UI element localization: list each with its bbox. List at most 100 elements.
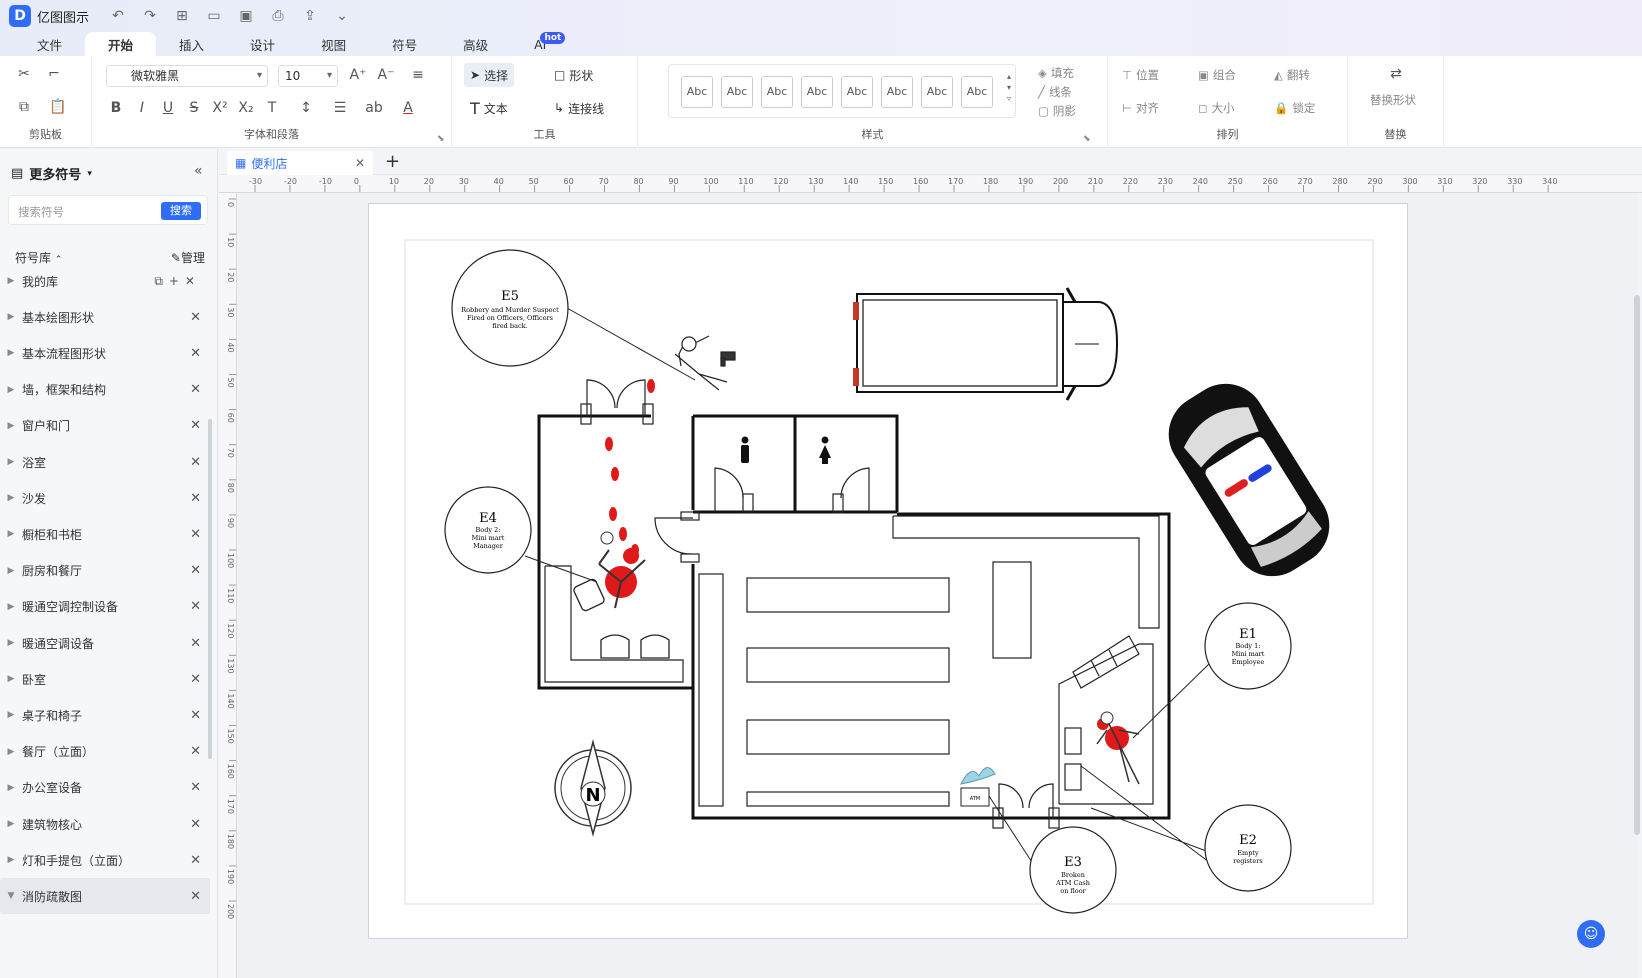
close-library-icon[interactable]: ✕ xyxy=(190,418,201,433)
export-icon[interactable]: ⇪ xyxy=(301,8,319,24)
select-tool[interactable]: ➤ 选择 xyxy=(464,63,515,87)
close-library-icon[interactable]: ✕ xyxy=(190,672,201,687)
sidebar-scrollbar[interactable] xyxy=(208,419,212,759)
subscript-icon[interactable]: X₂ xyxy=(236,98,256,118)
strikethrough-icon[interactable]: S xyxy=(184,98,204,118)
new-icon[interactable]: ⊞ xyxy=(173,8,191,24)
library-item[interactable]: ▶ 餐厅（立面） ✕ xyxy=(0,734,210,770)
position-button[interactable]: ⊤ 位置 xyxy=(1122,67,1159,83)
highlight-icon[interactable]: ab xyxy=(364,98,384,118)
flip-button[interactable]: ◭ 翻转 xyxy=(1274,67,1310,83)
group-button[interactable]: ▣ 组合 xyxy=(1198,67,1236,83)
size-button[interactable]: ◻ 大小 xyxy=(1198,100,1235,116)
library-item[interactable]: ▶ 沙发 ✕ xyxy=(0,480,210,516)
library-item[interactable]: ▶ 暖通空调设备 ✕ xyxy=(0,625,210,661)
expand-right-icon[interactable]: ▶ xyxy=(0,493,22,503)
search-button[interactable]: 搜索 xyxy=(161,202,201,220)
align-button[interactable]: ⊢ 对齐 xyxy=(1122,100,1159,116)
close-library-icon[interactable]: ✕ xyxy=(190,455,201,470)
library-item[interactable]: ▶ 基本绘图形状 ✕ xyxy=(0,299,210,335)
style-sample[interactable]: Abc xyxy=(881,76,913,108)
style-sample[interactable]: Abc xyxy=(761,76,793,108)
print-icon[interactable]: ⎙ xyxy=(269,8,287,24)
canvas-scrollbar[interactable] xyxy=(1634,295,1640,835)
paragraph-align-icon[interactable]: ≡ xyxy=(408,65,428,85)
library-item[interactable]: ▶ 窗户和门 ✕ xyxy=(0,408,210,444)
close-library-icon[interactable]: ✕ xyxy=(190,744,201,759)
line-spacing-icon[interactable]: ↕ xyxy=(296,98,316,118)
replace-shape-button[interactable]: 替换形状 xyxy=(1370,92,1416,108)
expand-right-icon[interactable]: ▶ xyxy=(0,783,22,793)
superscript-icon[interactable]: X² xyxy=(210,98,230,118)
close-tab-icon[interactable]: ✕ xyxy=(355,156,365,170)
copy-icon[interactable]: ⧉ xyxy=(14,97,34,117)
close-library-icon[interactable]: ✕ xyxy=(190,889,201,904)
underline-icon[interactable]: U xyxy=(158,98,178,118)
bold-icon[interactable]: B xyxy=(106,98,126,118)
font-family-select[interactable]: 微软雅黑 xyxy=(106,65,268,87)
menu-file[interactable]: 文件 xyxy=(14,32,85,56)
close-library-icon[interactable]: ✕ xyxy=(190,636,201,651)
style-sample[interactable]: Abc xyxy=(721,76,753,108)
evidence-e2[interactable]: E2 Empty registers xyxy=(1204,804,1292,892)
evidence-e4[interactable]: E4 Body 2: Mini mart Manager xyxy=(444,486,532,574)
menu-ai[interactable]: AI hot xyxy=(511,32,569,56)
menu-insert[interactable]: 插入 xyxy=(156,32,227,56)
library-item[interactable]: ▶ 橱柜和书柜 ✕ xyxy=(0,516,210,552)
save-icon[interactable]: ▣ xyxy=(237,8,255,24)
style-dialog-launcher-icon[interactable]: ⬊ xyxy=(1083,134,1091,144)
library-item[interactable]: ▼ 消防疏散图 ✕ xyxy=(0,878,210,915)
evidence-e1[interactable]: E1 Body 1: Mini mart Employee xyxy=(1204,602,1292,690)
undo-icon[interactable]: ↶ xyxy=(109,8,127,24)
library-item[interactable]: ▶ 基本流程图形状 ✕ xyxy=(0,335,210,371)
open-icon[interactable]: ▭ xyxy=(205,8,223,24)
library-item[interactable]: ▶ 办公室设备 ✕ xyxy=(0,770,210,806)
close-library-icon[interactable]: ✕ xyxy=(190,708,201,723)
expand-right-icon[interactable]: ▶ xyxy=(0,385,22,395)
drawing-canvas[interactable]: ATM N E5 Robbery and Murder Suspect Fire… xyxy=(237,193,1637,978)
expand-right-icon[interactable]: ▶ xyxy=(0,421,22,431)
my-library-actions-icon[interactable]: ⧉+✕ xyxy=(154,274,201,289)
close-library-icon[interactable]: ✕ xyxy=(190,310,201,325)
library-item[interactable]: ▶ 灯和手提包（立面） ✕ xyxy=(0,842,210,878)
library-item[interactable]: ▶ 厨房和餐厅 ✕ xyxy=(0,553,210,589)
drawing-page[interactable]: ATM N E5 Robbery and Murder Suspect Fire… xyxy=(368,203,1408,939)
font-grow-icon[interactable]: A⁺ xyxy=(348,65,368,85)
close-library-icon[interactable]: ✕ xyxy=(190,780,201,795)
menu-view[interactable]: 视图 xyxy=(298,32,369,56)
cut-icon[interactable]: ✂ xyxy=(14,64,34,84)
library-item[interactable]: ▶ 我的库 ⧉+✕ xyxy=(0,263,210,299)
expand-right-icon[interactable]: ▶ xyxy=(0,276,22,286)
expand-right-icon[interactable]: ▶ xyxy=(0,529,22,539)
assistant-bot-icon[interactable]: ☺ xyxy=(1577,920,1605,948)
expand-right-icon[interactable]: ▶ xyxy=(0,638,22,648)
expand-right-icon[interactable]: ▶ xyxy=(0,710,22,720)
shadow-button[interactable]: ▢ 阴影 xyxy=(1038,103,1076,119)
expand-right-icon[interactable]: ▶ xyxy=(0,674,22,684)
evidence-e5[interactable]: E5 Robbery and Murder Suspect Fired on O… xyxy=(451,249,569,367)
close-library-icon[interactable]: ✕ xyxy=(190,817,201,832)
library-item[interactable]: ▶ 桌子和椅子 ✕ xyxy=(0,697,210,733)
font-size-select[interactable]: 10 xyxy=(278,65,338,87)
font-shrink-icon[interactable]: A⁻ xyxy=(376,65,396,85)
add-tab-icon[interactable]: + xyxy=(385,151,400,172)
search-input[interactable]: 搜索符号 xyxy=(18,204,64,220)
close-library-icon[interactable]: ✕ xyxy=(190,853,201,868)
evidence-e3[interactable]: E3 Broken ATM Cash on floor xyxy=(1029,826,1117,914)
close-library-icon[interactable]: ✕ xyxy=(190,491,201,506)
close-library-icon[interactable]: ✕ xyxy=(190,346,201,361)
library-item[interactable]: ▶ 卧室 ✕ xyxy=(0,661,210,697)
expand-right-icon[interactable]: ▶ xyxy=(0,566,22,576)
library-item[interactable]: ▶ 暖通空调控制设备 ✕ xyxy=(0,589,210,625)
close-library-icon[interactable]: ✕ xyxy=(190,382,201,397)
library-item[interactable]: ▶ 墙，框架和结构 ✕ xyxy=(0,372,210,408)
italic-icon[interactable]: I xyxy=(132,98,152,118)
expand-right-icon[interactable]: ▶ xyxy=(0,819,22,829)
close-library-icon[interactable]: ✕ xyxy=(190,527,201,542)
style-sample[interactable]: Abc xyxy=(921,76,953,108)
menu-advanced[interactable]: 高级 xyxy=(440,32,511,56)
menu-symbols[interactable]: 符号 xyxy=(369,32,440,56)
style-sample[interactable]: Abc xyxy=(841,76,873,108)
collapse-sidebar-icon[interactable]: « xyxy=(194,163,203,179)
library-item[interactable]: ▶ 建筑物核心 ✕ xyxy=(0,806,210,842)
